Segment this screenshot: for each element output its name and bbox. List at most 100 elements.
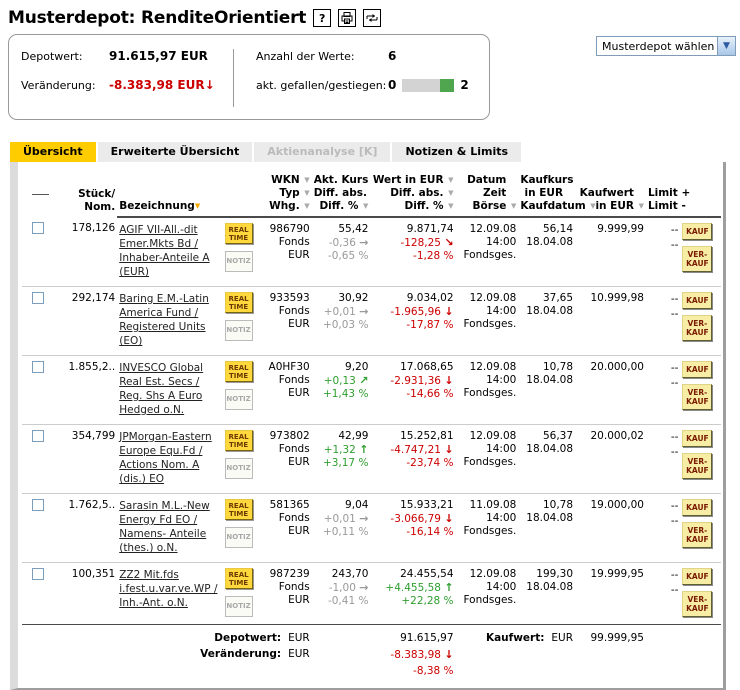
wert-value: 15.252,81 [372,430,453,443]
kurs-value: 55,42 [314,223,369,236]
col-kurs-diff-pct: Diff. % [319,200,358,212]
sort-icon[interactable]: ▼ [300,200,310,213]
fund-link[interactable]: INVESCO Global Real Est. Secs / Reg. Shs… [119,361,220,417]
limit-plus-value: -- [648,292,678,307]
row-checkbox[interactable] [32,499,44,511]
fund-link[interactable]: Baring E.M.-Latin America Fund / Registe… [119,292,220,348]
notiz-button[interactable]: NOTIZ [225,251,253,272]
wert-diff-pct: +22,28 % [372,595,453,608]
row-checkbox[interactable] [32,568,44,580]
realtime-button[interactable]: REALTIME [225,361,253,382]
fund-link[interactable]: Sarasin M.L.-New Energy Fd EO / Namens- … [119,499,220,555]
wert-diff: -1.965,96 ↓ [372,305,453,319]
print-icon[interactable] [338,9,356,27]
verkauf-button[interactable]: VER-KAUF [682,315,712,341]
row-checkbox[interactable] [32,430,44,442]
row-checkbox[interactable] [32,292,44,304]
whg-value: EUR [263,456,310,469]
col-wert-diff-pct: Diff. % [405,200,444,212]
kurs-diff: -1,00 → [314,581,369,595]
trend-arrow-icon: → [359,581,368,594]
kauf-button[interactable]: KAUF [682,361,712,378]
tab-erweiterte-uebersicht[interactable]: Erweiterte Übersicht [98,142,253,162]
kurs-value: 243,70 [314,568,369,581]
wert-diff-pct: -23,74 % [372,457,453,470]
kauf-button[interactable]: KAUF [682,223,712,240]
total-veraenderung-value: -8.383,98 ↓ [312,645,456,662]
wkn-value: 581365 [263,499,310,512]
wert-diff: -2.931,36 ↓ [372,374,453,388]
wert-value: 9.034,02 [372,292,453,305]
verkauf-button[interactable]: VER-KAUF [682,522,712,548]
refresh-icon[interactable] [363,9,381,27]
sort-icon[interactable]: ▼ [506,200,516,213]
positions-table: Stück/ Nom. Bezeichnung▼ WKN▼ Typ▼ Whg.▼… [22,174,721,678]
kauf-button[interactable]: KAUF [682,430,712,447]
realtime-button[interactable]: REALTIME [225,499,253,520]
tab-bar: Übersicht Erweiterte Übersicht Aktienana… [10,142,740,162]
tab-aktienanalyse: Aktienanalyse [K] [254,142,390,162]
table-row: 1.855,2.. INVESCO Global Real Est. Secs … [22,356,721,425]
notiz-button[interactable]: NOTIZ [225,527,253,548]
summary-divider [233,49,234,107]
sort-icon[interactable]: ▼ [444,200,454,213]
depot-select-dropdown[interactable]: Musterdepot wählen ▼ [596,36,736,56]
row-checkbox[interactable] [32,361,44,373]
table-header-row: Stück/ Nom. Bezeichnung▼ WKN▼ Typ▼ Whg.▼… [22,174,721,217]
sort-icon[interactable]: ▼ [195,200,205,213]
trend-arrow-icon: ↓ [444,512,453,525]
chevron-down-icon[interactable]: ▼ [717,37,735,55]
help-icon[interactable]: ? [313,9,331,27]
sort-icon[interactable]: ▼ [300,187,310,200]
sort-icon[interactable]: ▼ [444,174,454,187]
col-kaufkurs: Kaufkurs [520,174,573,186]
fund-link[interactable]: JPMorgan-Eastern Europe Equ.Fd / Actions… [119,430,220,486]
sort-icon[interactable]: ▼ [586,200,596,213]
sort-icon[interactable]: ▼ [358,200,368,213]
notiz-button[interactable]: NOTIZ [225,458,253,479]
updown-label: akt. gefallen/gestiegen: [256,79,388,92]
limit-minus-value: -- [648,376,678,391]
realtime-button[interactable]: REALTIME [225,568,253,589]
sort-icon[interactable]: ▼ [634,200,644,213]
anzahl-value: 6 [388,49,396,63]
boerse-value: Fondsges. [458,249,517,262]
col-stueck: Stück/ [60,188,115,201]
verkauf-button[interactable]: VER-KAUF [682,453,712,479]
wkn-value: 987239 [263,568,310,581]
wert-value: 9.871,74 [372,223,453,236]
sort-icon[interactable]: ▼ [444,187,454,200]
limit-minus-value: -- [648,514,678,529]
header-checkbox-col [22,174,58,217]
kaufwert-value: 20.000,00 [575,356,646,425]
realtime-button[interactable]: REALTIME [225,292,253,313]
kauf-button[interactable]: KAUF [682,568,712,585]
realtime-button[interactable]: REALTIME [225,430,253,451]
kurs-value: 30,92 [314,292,369,305]
whg-value: EUR [263,249,310,262]
notiz-button[interactable]: NOTIZ [225,596,253,617]
limit-plus-value: -- [648,223,678,238]
kaufdatum-value: 18.04.08 [520,374,573,387]
verkauf-button[interactable]: VER-KAUF [682,246,712,272]
kauf-button[interactable]: KAUF [682,499,712,516]
verkauf-button[interactable]: VER-KAUF [682,591,712,617]
notiz-button[interactable]: NOTIZ [225,320,253,341]
zeit-value: 14:00 [458,581,517,594]
tab-uebersicht[interactable]: Übersicht [10,142,96,162]
fund-link[interactable]: AGIF VII-All.-dit Emer.Mkts Bd / Inhaber… [119,223,220,279]
limit-minus-value: -- [648,445,678,460]
wert-diff-pct: -17,87 % [372,319,453,332]
fallen-count: 0 [388,78,396,92]
verkauf-button[interactable]: VER-KAUF [682,384,712,410]
sort-icon[interactable]: ▼ [300,174,310,187]
row-checkbox[interactable] [32,222,44,234]
boerse-value: Fondsges. [458,387,517,400]
realtime-button[interactable]: REALTIME [225,223,253,244]
fund-link[interactable]: ZZ2 Mit.fds i.fest.u.var.ve.WP / Inh.-An… [119,568,220,610]
kauf-button[interactable]: KAUF [682,292,712,309]
whg-value: EUR [263,318,310,331]
tab-notizen-limits[interactable]: Notizen & Limits [392,142,521,162]
notiz-button[interactable]: NOTIZ [225,389,253,410]
trend-arrow-icon: ↓ [444,374,453,387]
